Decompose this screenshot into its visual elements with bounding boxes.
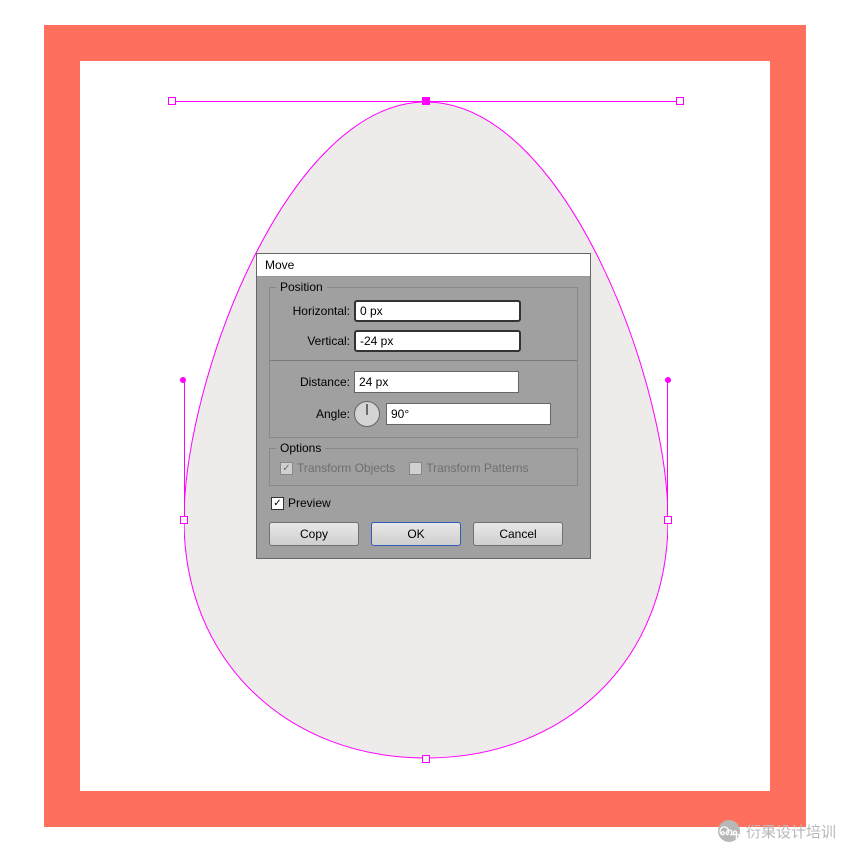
horizontal-input[interactable] — [354, 300, 521, 322]
anchor-point-left[interactable] — [180, 516, 188, 524]
bezier-handle-point[interactable] — [676, 97, 684, 105]
checkbox-icon: ✓ — [280, 462, 293, 475]
distance-label: Distance: — [280, 375, 350, 389]
angle-dial[interactable] — [354, 401, 380, 427]
angle-label: Angle: — [280, 407, 350, 421]
watermark: ௸ 衍果设计培训 — [718, 820, 836, 842]
preview-checkbox[interactable]: ✓ — [271, 497, 284, 510]
bezier-handle-point[interactable] — [168, 97, 176, 105]
vertical-input[interactable] — [354, 330, 521, 352]
options-fieldset: Options ✓ Transform Objects Transform Pa… — [269, 448, 578, 486]
anchor-point-bottom[interactable] — [422, 755, 430, 763]
anchor-point-right[interactable] — [664, 516, 672, 524]
dialog-title: Move — [257, 254, 590, 277]
transform-patterns-label: Transform Patterns — [426, 461, 528, 475]
transform-patterns-checkbox: Transform Patterns — [409, 461, 528, 475]
bezier-handle-point[interactable] — [180, 377, 186, 383]
bezier-handle — [667, 380, 668, 520]
weibo-icon: ௸ — [718, 820, 740, 842]
copy-button[interactable]: Copy — [269, 522, 359, 546]
move-dialog: Move Position Horizontal: Vertical: Dist… — [256, 253, 591, 559]
distance-input[interactable] — [354, 371, 519, 393]
divider — [270, 360, 577, 361]
ok-button[interactable]: OK — [371, 522, 461, 546]
cancel-button[interactable]: Cancel — [473, 522, 563, 546]
position-legend: Position — [276, 280, 327, 294]
transform-objects-label: Transform Objects — [297, 461, 395, 475]
checkbox-icon — [409, 462, 422, 475]
horizontal-label: Horizontal: — [280, 304, 350, 318]
position-fieldset: Position Horizontal: Vertical: Distance:… — [269, 287, 578, 438]
anchor-point-top[interactable] — [422, 97, 430, 105]
bezier-handle-point[interactable] — [665, 377, 671, 383]
vertical-label: Vertical: — [280, 334, 350, 348]
angle-input[interactable] — [386, 403, 551, 425]
transform-objects-checkbox: ✓ Transform Objects — [280, 461, 395, 475]
watermark-text: 衍果设计培训 — [746, 821, 836, 842]
preview-label: Preview — [288, 496, 331, 510]
options-legend: Options — [276, 441, 325, 455]
bezier-handle — [184, 380, 185, 520]
